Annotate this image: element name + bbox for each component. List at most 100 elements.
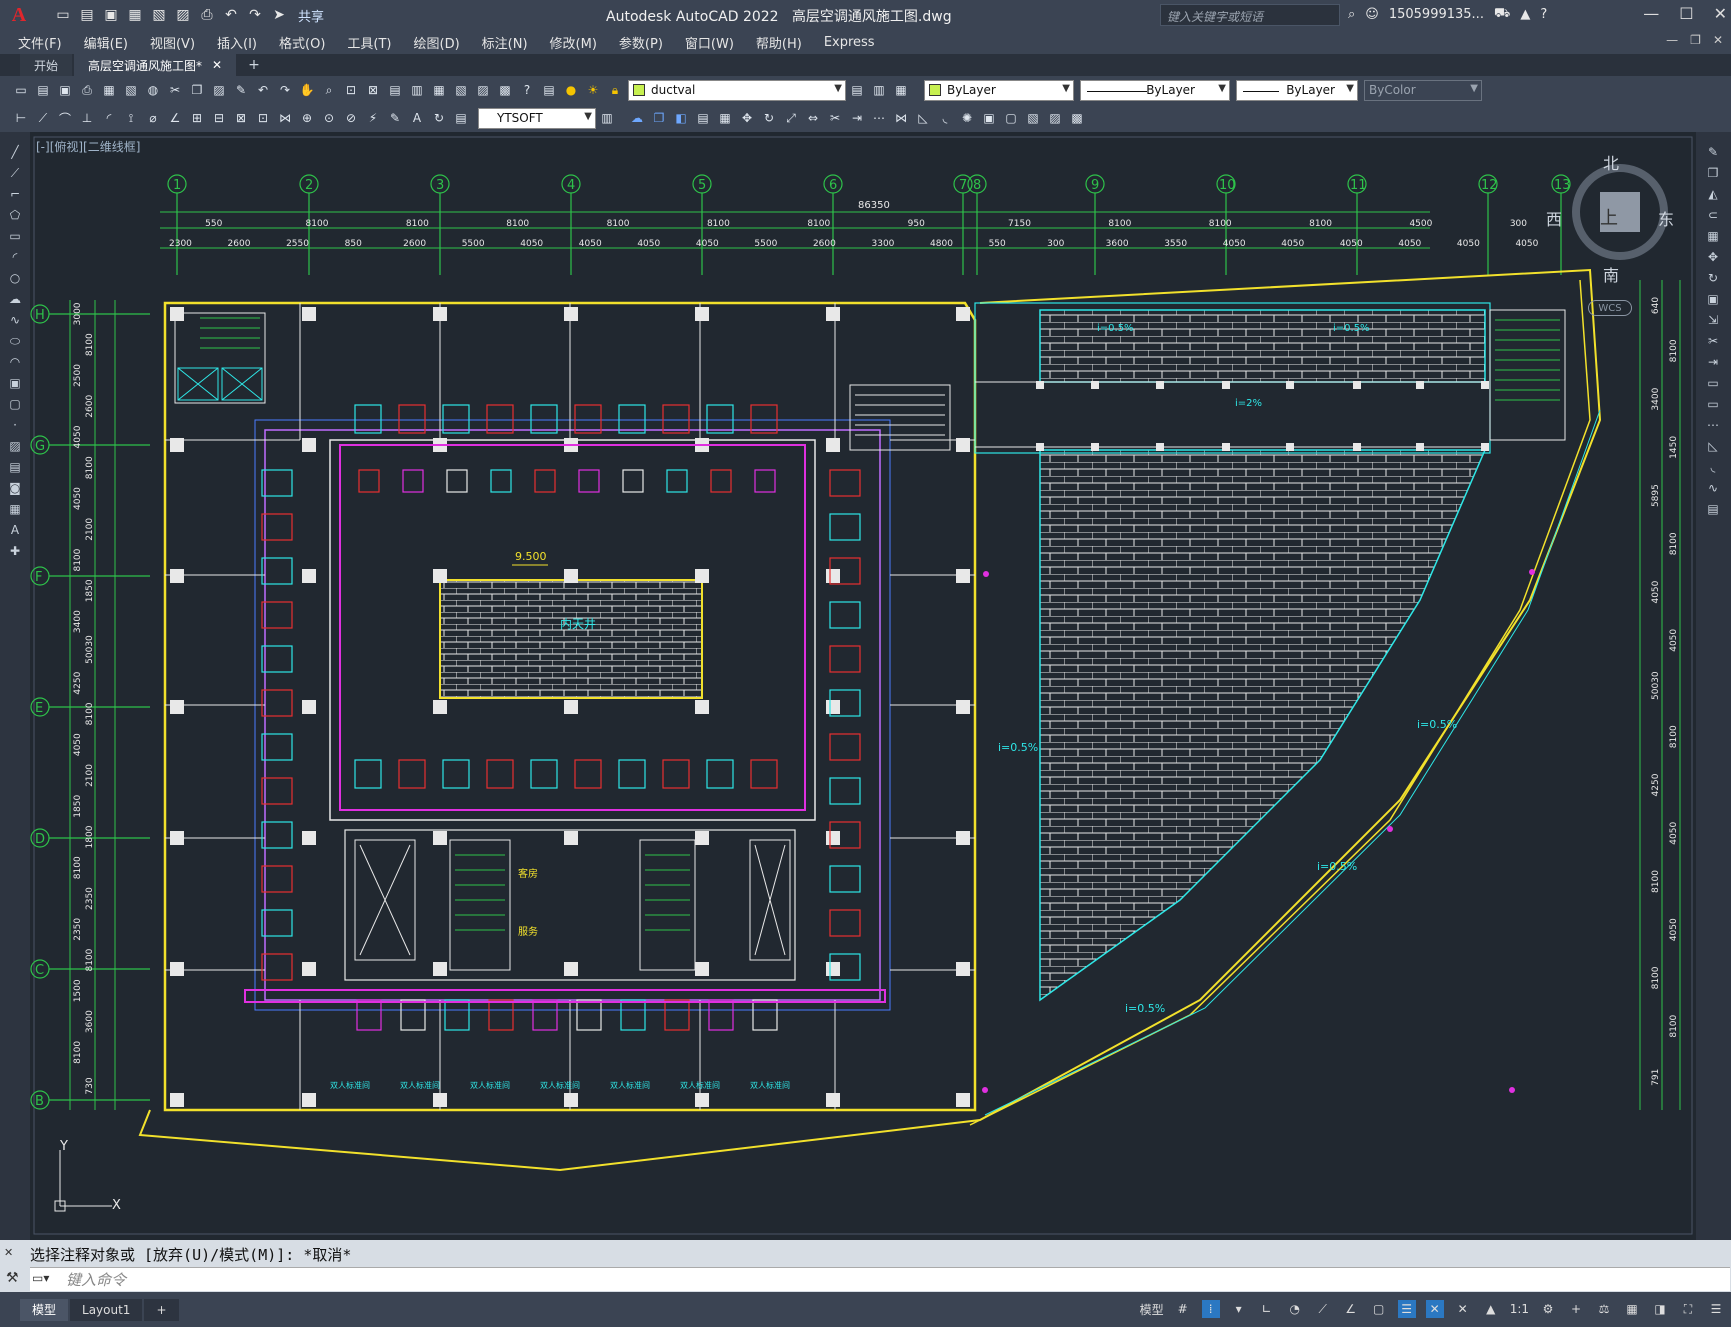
sheet-set-icon[interactable]: ▧: [452, 81, 470, 99]
viewport-label[interactable]: [-][俯视][二维线框]: [36, 138, 140, 155]
rotate-icon[interactable]: ↻: [760, 109, 778, 127]
new-file-icon[interactable]: ▭: [54, 6, 72, 24]
blend-curves-icon[interactable]: ∿: [1702, 479, 1724, 497]
explode-icon[interactable]: ▤: [1702, 500, 1724, 518]
tab-model[interactable]: 模型: [20, 1298, 69, 1321]
dim-arc-icon[interactable]: ⌒: [56, 109, 74, 127]
color-dropdown[interactable]: ByLayer ▼: [924, 79, 1074, 101]
image-icon[interactable]: ▩: [1068, 109, 1086, 127]
ellipse-icon[interactable]: ⬭: [5, 332, 25, 350]
quick-properties-icon[interactable]: ▦: [1623, 1300, 1641, 1318]
layer-freeze-icon[interactable]: ☀: [584, 81, 602, 99]
doc-minimize-icon[interactable]: —: [1666, 33, 1678, 47]
array-icon[interactable]: ▦: [716, 109, 734, 127]
copy-icon[interactable]: ❐: [188, 81, 206, 99]
tolerance-icon[interactable]: ⊕: [298, 109, 316, 127]
line-icon[interactable]: ╱: [5, 143, 25, 161]
save-icon[interactable]: ▣: [56, 81, 74, 99]
mtext-icon[interactable]: A: [5, 521, 25, 539]
save-web-icon[interactable]: ▨: [174, 6, 192, 24]
attribute-icon[interactable]: ▧: [1024, 109, 1042, 127]
dim-style-icon[interactable]: ▤: [452, 109, 470, 127]
plot-icon[interactable]: ⎙: [198, 6, 216, 24]
annotation-monitor-icon[interactable]: +: [1567, 1300, 1585, 1318]
quick-dim-icon[interactable]: ⊞: [188, 109, 206, 127]
snap-icon[interactable]: ⁞: [1201, 1300, 1220, 1318]
dim-jogged-icon[interactable]: ⟟: [122, 109, 140, 127]
dim-continue-icon[interactable]: ⊠: [232, 109, 250, 127]
share-button[interactable]: 共享: [298, 6, 324, 25]
chamfer-icon[interactable]: ◺: [914, 109, 932, 127]
revcloud-icon[interactable]: ☁: [5, 290, 25, 308]
offset-icon[interactable]: ⊂: [1702, 206, 1724, 224]
polar-icon[interactable]: ◔: [1286, 1300, 1304, 1318]
publish-icon[interactable]: ▧: [122, 81, 140, 99]
tool-palettes-icon[interactable]: ▦: [430, 81, 448, 99]
cut-icon[interactable]: ✂: [166, 81, 184, 99]
move-icon[interactable]: ✥: [1702, 248, 1724, 266]
trim-icon[interactable]: ✂: [1702, 332, 1724, 350]
object-snap-tracking-icon[interactable]: ∠: [1342, 1300, 1360, 1318]
viewcube[interactable]: [1568, 160, 1672, 264]
copy-object-icon[interactable]: ❐: [650, 109, 668, 127]
qnew-icon[interactable]: ▭: [12, 81, 30, 99]
new-tab-button[interactable]: +: [238, 54, 270, 76]
open-file-icon[interactable]: ▤: [78, 6, 96, 24]
tab-layout1[interactable]: Layout1: [70, 1298, 143, 1321]
ellipse-arc-icon[interactable]: ◠: [5, 353, 25, 371]
doc-restore-icon[interactable]: ❐: [1690, 33, 1701, 47]
close-icon[interactable]: ✕: [1714, 4, 1727, 23]
join-icon[interactable]: ⋯: [1702, 416, 1724, 434]
units-icon[interactable]: ⚖: [1595, 1300, 1613, 1318]
circle-icon[interactable]: ○: [5, 269, 25, 287]
jogged-linear-icon[interactable]: ⚡: [364, 109, 382, 127]
command-prompt-icon[interactable]: ▭▾: [32, 1271, 49, 1285]
menu-draw[interactable]: 绘图(D): [414, 33, 460, 52]
paste-icon[interactable]: ▨: [210, 81, 228, 99]
make-current-icon[interactable]: ▤: [848, 81, 866, 99]
polygon-icon[interactable]: ⬠: [5, 206, 25, 224]
cmd-close-icon[interactable]: ✕: [4, 1246, 24, 1259]
dim-angular-icon[interactable]: ∠: [166, 109, 184, 127]
tab-drawing[interactable]: 高层空调通风施工图* ✕: [74, 54, 237, 76]
zoom-previous-icon[interactable]: ⊠: [364, 81, 382, 99]
autocad-logo-icon[interactable]: A: [6, 2, 32, 28]
share-icon[interactable]: ➤: [270, 6, 288, 24]
explode-icon[interactable]: ✺: [958, 109, 976, 127]
tab-start[interactable]: 开始: [20, 54, 73, 76]
isolate-objects-icon[interactable]: ◨: [1651, 1300, 1669, 1318]
chamfer-icon[interactable]: ◺: [1702, 437, 1724, 455]
block-create-icon[interactable]: ▢: [1002, 109, 1020, 127]
dim-edit-icon[interactable]: ✎: [386, 109, 404, 127]
user-icon[interactable]: ☺: [1365, 7, 1379, 22]
fillet-icon[interactable]: ◟: [936, 109, 954, 127]
scale-icon[interactable]: ⤢: [782, 109, 800, 127]
gradient-icon[interactable]: ▤: [5, 458, 25, 476]
infer-constraints-icon[interactable]: ▾: [1230, 1300, 1248, 1318]
menu-window[interactable]: 窗口(W): [685, 33, 734, 52]
open-icon[interactable]: ▤: [34, 81, 52, 99]
region-icon[interactable]: ◙: [5, 479, 25, 497]
text-style-manager-icon[interactable]: ▥: [598, 109, 616, 127]
offset-icon[interactable]: ▤: [694, 109, 712, 127]
plot-icon[interactable]: ⎙: [78, 81, 96, 99]
rotate-icon[interactable]: ↻: [1702, 269, 1724, 287]
make-block-icon[interactable]: ▢: [5, 395, 25, 413]
drawing-canvas[interactable]: 1 2 3 4 5 6 7 8 9 10 11 12 13 HGFEDCB 550 8100 8100 810…: [30, 132, 1696, 1240]
properties-icon[interactable]: ▤: [386, 81, 404, 99]
wrench-icon[interactable]: ⚒: [6, 1270, 19, 1286]
preview-icon[interactable]: ▦: [100, 81, 118, 99]
block-insert-icon[interactable]: ▣: [980, 109, 998, 127]
menu-help[interactable]: 帮助(H): [756, 33, 802, 52]
open-web-icon[interactable]: ▧: [150, 6, 168, 24]
break-at-point-icon[interactable]: ▭: [1702, 374, 1724, 392]
hatch-icon[interactable]: ▨: [5, 437, 25, 455]
undo-icon[interactable]: ↶: [222, 6, 240, 24]
viewcube-west[interactable]: 西: [1546, 206, 1562, 230]
menu-parametric[interactable]: 参数(P): [619, 33, 663, 52]
wcs-button[interactable]: WCS: [1588, 300, 1632, 316]
save-icon[interactable]: ▣: [102, 6, 120, 24]
customize-icon[interactable]: ☰: [1707, 1300, 1725, 1318]
selection-cycling-icon[interactable]: ✕: [1454, 1300, 1472, 1318]
dim-baseline-icon[interactable]: ⊟: [210, 109, 228, 127]
